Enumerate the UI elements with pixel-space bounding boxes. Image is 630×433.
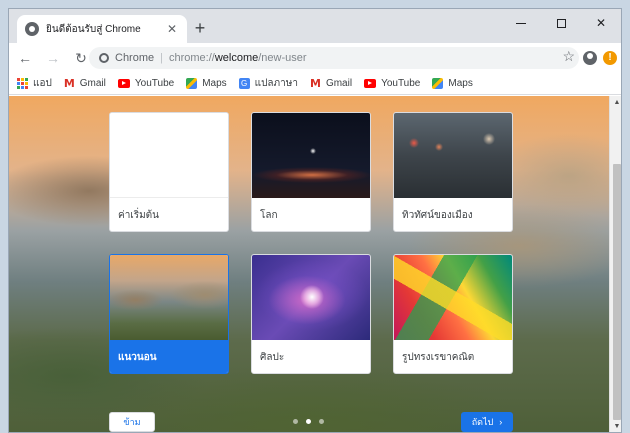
bookmarks-bar: แอป M Gmail YouTube Maps G แปลภาษา M Gma… — [9, 73, 621, 95]
close-window-button[interactable]: ✕ — [581, 9, 621, 37]
background-option-default[interactable]: ค่าเริ่มต้น — [109, 112, 229, 232]
background-thumbnail — [252, 113, 370, 198]
toolbar: ← → ↻ Chrome | chrome://welcome/new-user… — [9, 43, 621, 73]
window-controls: ✕ — [501, 9, 621, 37]
next-label: ถัดไป — [471, 417, 494, 427]
background-thumbnail — [110, 113, 228, 198]
gmail-icon: M — [309, 77, 321, 90]
profile-avatar[interactable] — [583, 51, 597, 65]
new-tab-button[interactable]: + — [189, 18, 211, 40]
background-label: โลก — [260, 210, 278, 221]
tab-title: ยินดีต้อนรับสู่ Chrome — [46, 23, 141, 35]
background-label: รูปทรงเรขาคณิต — [402, 352, 475, 363]
background-thumbnail — [394, 255, 512, 340]
bookmark-label: Maps — [202, 78, 227, 89]
background-option-earth[interactable]: โลก — [251, 112, 371, 232]
bookmark-label: YouTube — [134, 78, 175, 89]
page-dot-active[interactable] — [306, 419, 311, 424]
background-label: ศิลปะ — [260, 352, 285, 363]
tab-strip: ยินดีต้อนรับสู่ Chrome ✕ + ✕ — [9, 9, 621, 43]
url-prefix: chrome:// — [168, 52, 215, 64]
bookmark-gmail[interactable]: M Gmail — [64, 77, 106, 90]
bookmark-label: Gmail — [79, 78, 106, 89]
bookmark-translate[interactable]: G แปลภาษา — [238, 76, 298, 91]
chrome-favicon-icon — [25, 22, 39, 36]
site-info-icon[interactable] — [99, 53, 109, 63]
bookmark-youtube[interactable]: YouTube — [117, 78, 175, 89]
back-button[interactable]: ← — [13, 46, 37, 70]
background-option-landscape[interactable]: แนวนอน — [109, 254, 229, 374]
bookmark-star-icon[interactable]: ☆ — [562, 48, 575, 65]
gmail-icon: M — [63, 77, 75, 90]
omnibox-separator: | — [160, 52, 163, 64]
bookmark-apps[interactable]: แอป — [17, 76, 52, 91]
url-host: welcome — [214, 52, 259, 64]
url-text: chrome://welcome/new-user — [169, 52, 307, 64]
bookmark-label: Gmail — [325, 78, 353, 89]
background-label: ค่าเริ่มต้น — [118, 210, 160, 221]
forward-button[interactable]: → — [41, 46, 65, 70]
close-icon: ✕ — [595, 16, 607, 30]
chevron-right-icon: › — [499, 417, 503, 427]
next-button[interactable]: ถัดไป › — [461, 412, 513, 432]
skip-button[interactable]: ข้าม — [109, 412, 155, 432]
page-dot[interactable] — [319, 419, 324, 424]
maps-icon — [186, 78, 198, 89]
bookmark-youtube-2[interactable]: YouTube — [364, 78, 420, 89]
update-alert-icon[interactable]: ! — [603, 51, 617, 65]
background-option-art[interactable]: ศิลปะ — [251, 254, 371, 374]
page-dot[interactable] — [293, 419, 298, 424]
address-bar[interactable]: Chrome | chrome://welcome/new-user ☆ — [89, 47, 579, 69]
bookmark-label: YouTube — [381, 78, 421, 89]
background-thumbnail — [110, 255, 228, 340]
bookmark-label: Maps — [448, 78, 473, 89]
background-option-geometric[interactable]: รูปทรงเรขาคณิต — [393, 254, 513, 374]
maximize-icon — [556, 18, 566, 28]
scroll-down-arrow-icon[interactable]: ▼ — [610, 420, 621, 432]
youtube-icon — [117, 79, 130, 88]
tab-close-icon[interactable]: ✕ — [165, 22, 179, 36]
background-thumbnail — [394, 113, 512, 198]
bookmark-maps-2[interactable]: Maps — [432, 78, 473, 89]
background-label: ทิวทัศน์ของเมือง — [402, 210, 473, 221]
maximize-button[interactable] — [541, 9, 581, 37]
scrollbar-thumb[interactable] — [613, 164, 621, 420]
background-option-cityscape[interactable]: ทิวทัศน์ของเมือง — [393, 112, 513, 232]
vertical-scrollbar[interactable]: ▲ ▼ — [609, 96, 621, 432]
minimize-button[interactable] — [501, 9, 541, 37]
tab-welcome[interactable]: ยินดีต้อนรับสู่ Chrome ✕ — [17, 15, 187, 43]
bookmark-label: แปลภาษา — [254, 78, 298, 89]
apps-grid-icon — [17, 78, 28, 89]
youtube-icon — [364, 79, 377, 88]
bookmark-gmail-2[interactable]: M Gmail — [310, 77, 352, 90]
page-indicator — [293, 419, 324, 424]
url-path: /new-user — [258, 52, 307, 64]
bookmark-maps[interactable]: Maps — [186, 78, 227, 89]
translate-icon: G — [238, 78, 250, 89]
site-label: Chrome — [115, 52, 155, 64]
maps-icon — [432, 78, 444, 89]
scroll-up-arrow-icon[interactable]: ▲ — [610, 96, 621, 110]
browser-window: ยินดีต้อนรับสู่ Chrome ✕ + ✕ ← → ↻ Chrom… — [8, 8, 622, 433]
bookmark-label: แอป — [33, 78, 52, 89]
minimize-icon — [516, 22, 526, 24]
background-thumbnail — [252, 255, 370, 340]
welcome-page-content: ค่าเริ่มต้น โลก ทิวทัศน์ของเมือง แนวนอน … — [9, 96, 609, 432]
background-label: แนวนอน — [110, 340, 228, 373]
